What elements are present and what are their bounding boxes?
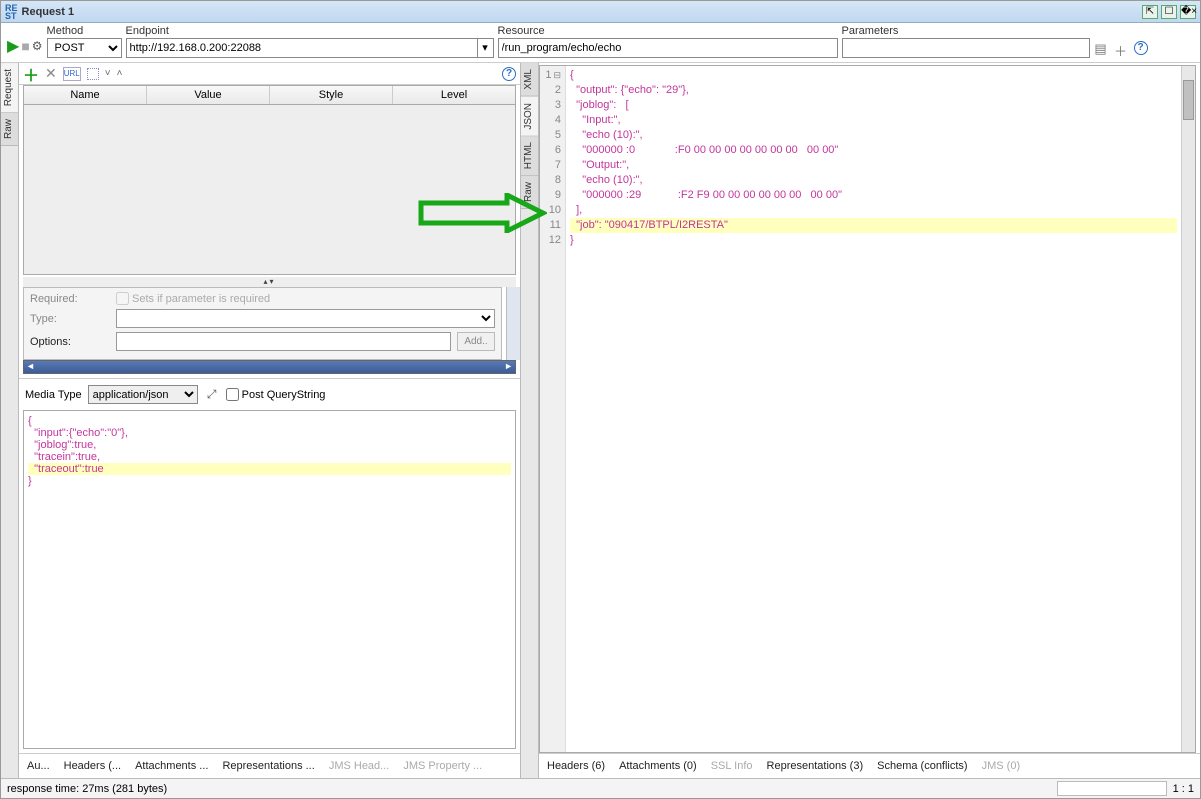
prop-hscroll[interactable] xyxy=(23,360,516,374)
help-icon[interactable]: ? xyxy=(1134,41,1148,55)
tab-html[interactable]: HTML xyxy=(521,136,538,176)
titlebar: REST Request 1 ⇱ ☐ �× xyxy=(1,1,1200,23)
resource-label: Resource xyxy=(498,25,838,37)
parameters-label: Parameters xyxy=(842,25,1090,37)
status-text: response time: 27ms (281 bytes) xyxy=(7,783,167,795)
close-icon[interactable]: �× xyxy=(1180,5,1196,19)
status-empty-box xyxy=(1057,781,1167,796)
tab-request[interactable]: Request xyxy=(1,63,18,113)
settings-icon[interactable]: ⚙ xyxy=(32,39,43,53)
method-label: Method xyxy=(47,25,122,37)
required-checkbox xyxy=(116,292,129,305)
bottom-tab[interactable]: Au... xyxy=(27,760,50,772)
rest-icon: REST xyxy=(5,4,18,20)
bottom-tab[interactable]: Headers (6) xyxy=(547,760,605,772)
bottom-tab[interactable]: Attachments (0) xyxy=(619,760,697,772)
move-down-icon[interactable]: ˄ xyxy=(117,68,123,79)
remove-param-icon[interactable]: ✕ xyxy=(45,65,57,82)
tab-raw-left[interactable]: Raw xyxy=(1,113,18,146)
endpoint-dropdown-icon[interactable]: ▾ xyxy=(478,38,494,58)
bottom-tab[interactable]: Headers (... xyxy=(64,760,121,772)
col-style[interactable]: Style xyxy=(270,86,393,104)
param-table: Name Value Style Level xyxy=(23,85,516,275)
bottom-tab: JMS (0) xyxy=(982,760,1021,772)
endpoint-label: Endpoint xyxy=(126,25,494,37)
options-label: Options: xyxy=(30,336,110,348)
col-level[interactable]: Level xyxy=(393,86,515,104)
media-type-label: Media Type xyxy=(25,389,82,401)
endpoint-input[interactable] xyxy=(126,38,478,58)
required-label: Required: xyxy=(30,293,110,305)
bottom-tab[interactable]: Schema (conflicts) xyxy=(877,760,967,772)
param-properties: Required: Sets if parameter is required … xyxy=(23,287,502,360)
run-icon[interactable]: ▶ xyxy=(7,36,19,56)
post-querystring-checkbox[interactable] xyxy=(226,388,239,401)
minimize-icon[interactable]: ⇱ xyxy=(1142,5,1158,19)
col-value[interactable]: Value xyxy=(147,86,270,104)
maximize-icon[interactable]: ☐ xyxy=(1161,5,1177,19)
response-code[interactable]: { "output": {"echo": "29"}, "joblog": [ … xyxy=(566,66,1181,752)
resource-input[interactable] xyxy=(498,38,838,58)
status-bar: response time: 27ms (281 bytes) 1 : 1 xyxy=(1,778,1200,798)
left-vertical-tabs: Request Raw xyxy=(1,63,19,778)
bottom-tab[interactable]: Representations ... xyxy=(222,760,314,772)
request-bar: ▶ ■ ⚙ Method POST Endpoint ▾ Resource Pa… xyxy=(1,23,1200,63)
stop-icon: ■ xyxy=(21,38,29,54)
options-input[interactable] xyxy=(116,332,451,351)
collapse-handle[interactable]: ▴▾ xyxy=(23,277,516,287)
add-button[interactable]: Add.. xyxy=(457,332,495,351)
response-pane: XML JSON HTML Raw 123456789101112 { "out… xyxy=(521,63,1200,778)
toggle-view-icon[interactable]: ▤ xyxy=(1094,41,1108,55)
parameters-input[interactable] xyxy=(842,38,1090,58)
main-split: Request Raw ＋ ✕ URL ˅ ˄ ? Name Value Sty… xyxy=(1,63,1200,778)
right-bottom-tabs: Headers (6) Attachments (0) SSL Info Repres… xyxy=(539,753,1200,778)
media-type-select[interactable]: application/json xyxy=(88,385,198,404)
window-title: Request 1 xyxy=(22,6,1142,18)
arrow-annotation-icon xyxy=(417,193,547,233)
bottom-tab: JMS Head... xyxy=(329,760,390,772)
method-select[interactable]: POST xyxy=(47,38,122,58)
left-bottom-tabs: Au... Headers (... Attachments ... Represen… xyxy=(19,753,520,778)
folder-icon[interactable] xyxy=(87,68,99,80)
right-vertical-tabs: XML JSON HTML Raw xyxy=(521,63,539,778)
url-icon[interactable]: URL xyxy=(63,67,81,81)
move-up-icon[interactable]: ˅ xyxy=(105,68,111,79)
bottom-tab[interactable]: Attachments ... xyxy=(135,760,208,772)
bottom-tab: JMS Property ... xyxy=(403,760,482,772)
param-toolbar: ＋ ✕ URL ˅ ˄ ? xyxy=(19,63,520,85)
response-editor[interactable]: 123456789101112 { "output": {"echo": "29… xyxy=(539,65,1196,753)
bottom-tab: SSL Info xyxy=(711,760,753,772)
response-scrollbar[interactable] xyxy=(1181,66,1195,752)
help-icon-2[interactable]: ? xyxy=(502,67,516,81)
cursor-position: 1 : 1 xyxy=(1173,783,1194,795)
post-querystring-label: Post QueryString xyxy=(242,389,326,401)
tab-xml[interactable]: XML xyxy=(521,63,538,97)
request-body-editor[interactable]: { "input":{"echo":"0"}, "joblog":true, "… xyxy=(23,410,516,749)
type-select[interactable] xyxy=(116,309,495,328)
type-label: Type: xyxy=(30,313,110,325)
expand-icon[interactable]: ⤢ xyxy=(204,387,220,403)
add-param-icon[interactable]: ＋ xyxy=(23,62,39,86)
tab-json[interactable]: JSON xyxy=(521,97,538,137)
request-pane: Request Raw ＋ ✕ URL ˅ ˄ ? Name Value Sty… xyxy=(1,63,521,778)
prop-scrollbar[interactable] xyxy=(506,287,520,360)
col-name[interactable]: Name xyxy=(24,86,147,104)
line-gutter: 123456789101112 xyxy=(540,66,566,752)
add-icon[interactable]: ＋ xyxy=(1114,41,1128,55)
bottom-tab[interactable]: Representations (3) xyxy=(767,760,864,772)
media-type-row: Media Type application/json ⤢ Post Query… xyxy=(19,378,520,410)
required-hint: Sets if parameter is required xyxy=(132,293,270,305)
